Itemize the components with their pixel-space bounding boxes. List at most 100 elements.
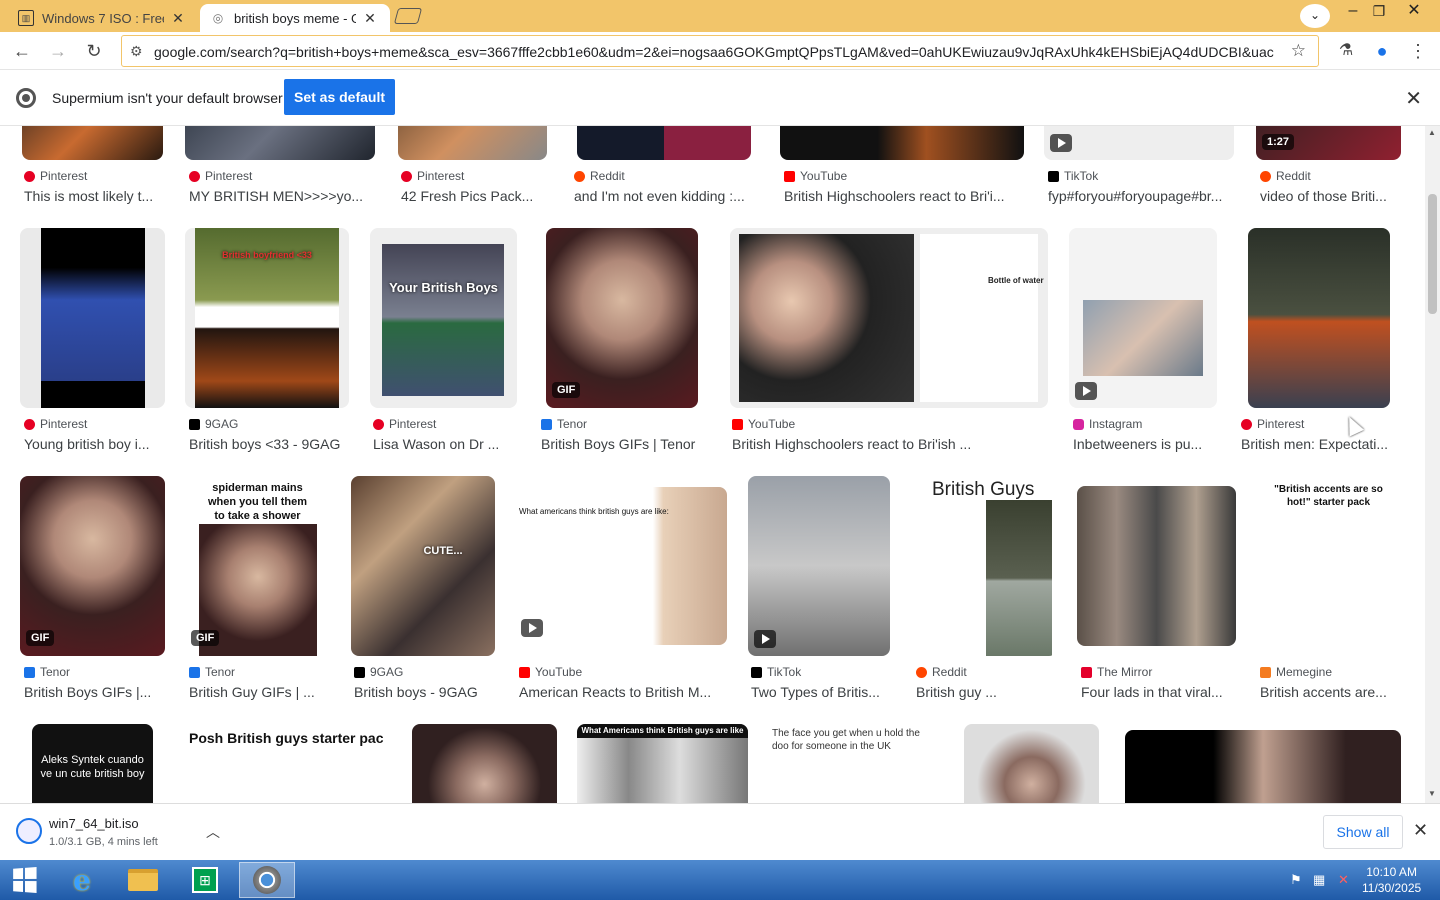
result-caption[interactable]: American Reacts to British M...	[519, 684, 729, 700]
result-thumbnail[interactable]	[780, 126, 1024, 160]
result-caption[interactable]: Lisa Wason on Dr ...	[373, 436, 518, 452]
result-thumbnail[interactable]: Bottle of water	[730, 228, 1048, 408]
reload-icon[interactable]: ↻	[81, 38, 107, 64]
download-file-icon[interactable]	[16, 818, 42, 844]
result-caption[interactable]: British guy ...	[916, 684, 1056, 700]
result-thumbnail[interactable]	[20, 228, 165, 408]
result-source[interactable]: Reddit	[1260, 169, 1311, 183]
forward-arrow-icon[interactable]: →	[45, 38, 71, 64]
close-window-icon[interactable]: ✕	[1392, 0, 1436, 24]
result-thumbnail[interactable]: "British accents are so hot!" starter pa…	[1256, 476, 1401, 656]
scrollbar-thumb[interactable]	[1428, 194, 1437, 314]
result-source[interactable]: Pinterest	[1241, 417, 1304, 431]
show-all-button[interactable]: Show all	[1323, 815, 1403, 849]
result-source[interactable]: The Mirror	[1081, 665, 1152, 679]
file-explorer-folder-icon[interactable]	[115, 862, 171, 898]
result-thumbnail[interactable]	[964, 724, 1099, 803]
result-thumbnail[interactable]: 1:27	[1256, 126, 1401, 160]
result-source[interactable]: Pinterest	[24, 417, 87, 431]
system-clock[interactable]: 10:10 AM 11/30/2025	[1362, 864, 1421, 896]
result-thumbnail[interactable]	[185, 126, 375, 160]
result-thumbnail[interactable]	[748, 476, 890, 656]
result-thumbnail[interactable]: Your British Boys	[370, 228, 517, 408]
result-thumbnail[interactable]	[412, 724, 557, 803]
result-source[interactable]: YouTube	[519, 665, 582, 679]
result-thumbnail[interactable]	[22, 126, 163, 160]
result-source[interactable]: Reddit	[574, 169, 625, 183]
result-caption[interactable]: Two Types of Britis...	[751, 684, 891, 700]
close-tab-icon[interactable]: ✕	[362, 10, 378, 27]
result-source[interactable]: YouTube	[784, 169, 847, 183]
result-caption[interactable]: video of those Briti...	[1260, 188, 1398, 204]
result-caption[interactable]: Inbetweeners is pu...	[1073, 436, 1218, 452]
result-caption[interactable]: This is most likely t...	[24, 188, 164, 204]
result-caption[interactable]: Young british boy i...	[24, 436, 164, 452]
scroll-down-icon[interactable]: ▼	[1428, 789, 1436, 798]
start-button-windows-icon[interactable]	[0, 862, 48, 898]
result-caption[interactable]: British boys <33 - 9GAG	[189, 436, 354, 452]
result-caption[interactable]: and I'm not even kidding :...	[574, 188, 754, 204]
result-source[interactable]: TikTok	[1048, 169, 1098, 183]
tab-search-chevron-icon[interactable]: ⌄	[1300, 4, 1330, 28]
result-source[interactable]: Memegine	[1260, 665, 1332, 679]
set-as-default-button[interactable]: Set as default	[284, 79, 395, 115]
page-scrollbar[interactable]: ▲ ▼	[1425, 126, 1440, 803]
bookmark-star-icon[interactable]: ☆	[1291, 41, 1306, 61]
result-caption[interactable]: British boys - 9GAG	[354, 684, 499, 700]
result-thumbnail[interactable]: GIF	[546, 228, 698, 408]
result-caption[interactable]: fyp#foryou#foryoupage#br...	[1048, 188, 1233, 204]
result-caption[interactable]: British Highschoolers react to Bri'i...	[784, 188, 1024, 204]
result-caption[interactable]: 42 Fresh Pics Pack...	[401, 188, 551, 204]
tab-british-boys-meme[interactable]: ◎ british boys meme - Go ✕	[200, 4, 390, 32]
volume-muted-icon[interactable]: ✕	[1338, 872, 1349, 888]
network-icon[interactable]: ▦	[1313, 872, 1325, 888]
result-thumbnail[interactable]: British Guys	[912, 476, 1057, 656]
result-source[interactable]: Tenor	[24, 665, 70, 679]
restore-icon[interactable]: ❐	[1362, 0, 1396, 24]
result-caption[interactable]: British Boys GIFs | Tenor	[541, 436, 706, 452]
result-thumbnail[interactable]: CUTE...	[351, 476, 495, 656]
result-thumbnail[interactable]: What americans think british guys are li…	[515, 487, 727, 645]
supermium-browser-icon[interactable]	[239, 862, 295, 898]
site-settings-icon[interactable]: ⚙	[130, 43, 143, 60]
labs-flask-icon[interactable]: ⚗	[1333, 38, 1359, 64]
result-thumbnail[interactable]: Aleks Syntek cuando ve un cute british b…	[32, 724, 153, 803]
close-tab-icon[interactable]: ✕	[170, 10, 186, 27]
result-caption[interactable]: British men: Expectati...	[1241, 436, 1399, 452]
result-caption[interactable]: British Highschoolers react to Bri'ish .…	[732, 436, 1048, 452]
back-arrow-icon[interactable]: ←	[9, 38, 35, 64]
action-center-flag-icon[interactable]: ⚑	[1290, 872, 1302, 888]
profile-avatar-icon[interactable]: ●	[1369, 38, 1395, 64]
result-thumbnail[interactable]	[1125, 730, 1401, 803]
result-source[interactable]: Tenor	[541, 417, 587, 431]
result-source[interactable]: 9GAG	[354, 665, 403, 679]
tab-windows-iso[interactable]: ▥ Windows 7 ISO : Free D ✕	[8, 4, 196, 32]
result-source[interactable]: Pinterest	[373, 417, 436, 431]
result-source[interactable]: TikTok	[751, 665, 801, 679]
new-tab-icon[interactable]	[393, 8, 423, 24]
result-thumbnail[interactable]	[398, 126, 547, 160]
result-caption[interactable]: MY BRITISH MEN>>>>yo...	[189, 188, 374, 204]
result-source[interactable]: Reddit	[916, 665, 967, 679]
result-caption[interactable]: British Guy GIFs | ...	[189, 684, 329, 700]
internet-explorer-icon[interactable]: e	[54, 862, 110, 898]
store-icon[interactable]: ⊞	[177, 862, 233, 898]
result-thumbnail[interactable]	[1069, 228, 1217, 408]
close-infobar-icon[interactable]: ✕	[1405, 86, 1422, 111]
result-caption[interactable]: British accents are...	[1260, 684, 1400, 700]
menu-kebab-icon[interactable]: ⋮	[1405, 38, 1431, 64]
scroll-up-icon[interactable]: ▲	[1428, 128, 1436, 137]
result-source[interactable]: Pinterest	[401, 169, 464, 183]
result-source[interactable]: Pinterest	[189, 169, 252, 183]
result-caption[interactable]: Four lads in that viral...	[1081, 684, 1239, 700]
result-thumbnail[interactable]	[1248, 228, 1390, 408]
result-source[interactable]: Pinterest	[24, 169, 87, 183]
result-thumbnail[interactable]: spiderman mains when you tell them to ta…	[185, 476, 330, 656]
result-thumbnail[interactable]	[577, 126, 751, 160]
result-thumbnail[interactable]	[1044, 126, 1234, 160]
result-thumbnail[interactable]: Posh British guys starter pac	[185, 724, 393, 803]
result-thumbnail[interactable]	[1077, 486, 1236, 646]
result-source[interactable]: Tenor	[189, 665, 235, 679]
chevron-up-icon[interactable]: ︿	[206, 822, 220, 842]
result-thumbnail[interactable]: GIF	[20, 476, 165, 656]
